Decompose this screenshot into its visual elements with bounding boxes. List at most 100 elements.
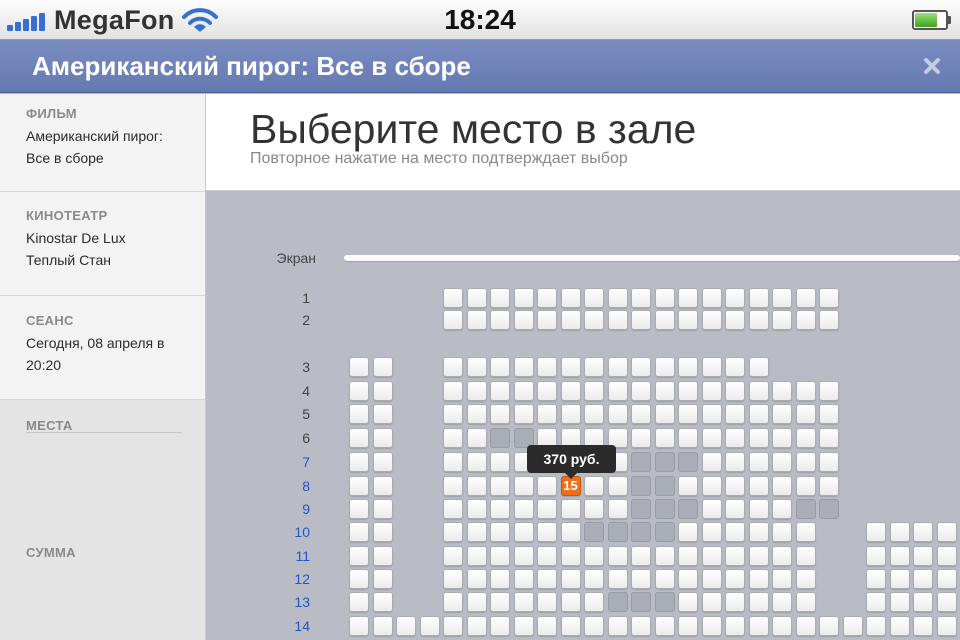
- seat[interactable]: [701, 404, 722, 424]
- seat[interactable]: [819, 310, 839, 330]
- seat[interactable]: [913, 569, 933, 589]
- seat[interactable]: [678, 616, 698, 636]
- seat[interactable]: [466, 381, 487, 401]
- seat[interactable]: [678, 569, 698, 589]
- seat[interactable]: [631, 569, 651, 589]
- seat[interactable]: [607, 569, 628, 589]
- seat[interactable]: [443, 476, 463, 496]
- seat[interactable]: [889, 616, 910, 636]
- seat[interactable]: [490, 288, 510, 308]
- seat[interactable]: [513, 522, 534, 542]
- seat[interactable]: [654, 428, 675, 448]
- seat[interactable]: [654, 357, 675, 377]
- seat[interactable]: [725, 310, 745, 330]
- seat[interactable]: [490, 310, 510, 330]
- seat[interactable]: [889, 522, 910, 542]
- seat[interactable]: [654, 569, 675, 589]
- seat[interactable]: [607, 404, 628, 424]
- seat[interactable]: [678, 310, 698, 330]
- seat[interactable]: [866, 569, 886, 589]
- seat[interactable]: [819, 616, 839, 636]
- seat[interactable]: [560, 592, 581, 612]
- seat[interactable]: [631, 404, 651, 424]
- seat[interactable]: [607, 476, 628, 496]
- seat[interactable]: [678, 546, 698, 566]
- seat[interactable]: [584, 381, 604, 401]
- seat[interactable]: [537, 381, 557, 401]
- seat[interactable]: [631, 428, 651, 448]
- seat[interactable]: [490, 452, 510, 472]
- seat[interactable]: [701, 452, 722, 472]
- seat[interactable]: [443, 428, 463, 448]
- seat[interactable]: [678, 381, 698, 401]
- seat[interactable]: [466, 499, 487, 519]
- seat[interactable]: [889, 546, 910, 566]
- seat[interactable]: [701, 288, 722, 308]
- seat[interactable]: [560, 310, 581, 330]
- seat[interactable]: [748, 592, 769, 612]
- seat[interactable]: [443, 499, 463, 519]
- seat[interactable]: [584, 499, 604, 519]
- seat[interactable]: [678, 404, 698, 424]
- seat[interactable]: [936, 592, 957, 612]
- seat[interactable]: [819, 476, 839, 496]
- seat[interactable]: [748, 616, 769, 636]
- seat[interactable]: [748, 357, 769, 377]
- seat[interactable]: [466, 288, 487, 308]
- seat[interactable]: [466, 452, 487, 472]
- seat[interactable]: [372, 357, 393, 377]
- seat[interactable]: [795, 616, 816, 636]
- seat[interactable]: [678, 522, 698, 542]
- seat[interactable]: [913, 546, 933, 566]
- seat[interactable]: [701, 476, 722, 496]
- seat[interactable]: [607, 499, 628, 519]
- seat[interactable]: [889, 592, 910, 612]
- seat[interactable]: [654, 404, 675, 424]
- seat[interactable]: [560, 357, 581, 377]
- seat[interactable]: [490, 381, 510, 401]
- seat[interactable]: [725, 569, 745, 589]
- seat[interactable]: [490, 476, 510, 496]
- seat[interactable]: [725, 476, 745, 496]
- seat[interactable]: [349, 428, 369, 448]
- seat[interactable]: [466, 592, 487, 612]
- seat[interactable]: [584, 569, 604, 589]
- seat[interactable]: [490, 546, 510, 566]
- seat[interactable]: [560, 288, 581, 308]
- seat[interactable]: [372, 499, 393, 519]
- seat[interactable]: [537, 592, 557, 612]
- seat[interactable]: [560, 522, 581, 542]
- seat[interactable]: [772, 616, 792, 636]
- seat[interactable]: [913, 592, 933, 612]
- seat[interactable]: [443, 452, 463, 472]
- seat[interactable]: [349, 499, 369, 519]
- seat[interactable]: [584, 592, 604, 612]
- seat[interactable]: [936, 616, 957, 636]
- seat[interactable]: [725, 357, 745, 377]
- seat[interactable]: [631, 310, 651, 330]
- seat[interactable]: [772, 310, 792, 330]
- seat[interactable]: [678, 288, 698, 308]
- seat[interactable]: [466, 546, 487, 566]
- seat[interactable]: [560, 616, 581, 636]
- seat[interactable]: [372, 428, 393, 448]
- seat[interactable]: [584, 616, 604, 636]
- seat[interactable]: [513, 569, 534, 589]
- seat[interactable]: [772, 499, 792, 519]
- seat[interactable]: [631, 288, 651, 308]
- seat[interactable]: [795, 476, 816, 496]
- seat[interactable]: [372, 476, 393, 496]
- seat[interactable]: [795, 452, 816, 472]
- seat[interactable]: [913, 522, 933, 542]
- seat[interactable]: [819, 381, 839, 401]
- seat[interactable]: [372, 546, 393, 566]
- seat[interactable]: [678, 592, 698, 612]
- seat[interactable]: [513, 476, 534, 496]
- seat[interactable]: [466, 616, 487, 636]
- seat[interactable]: [725, 288, 745, 308]
- seat[interactable]: [537, 404, 557, 424]
- seat[interactable]: [819, 428, 839, 448]
- seat[interactable]: [725, 499, 745, 519]
- seat[interactable]: [466, 404, 487, 424]
- seat[interactable]: [819, 404, 839, 424]
